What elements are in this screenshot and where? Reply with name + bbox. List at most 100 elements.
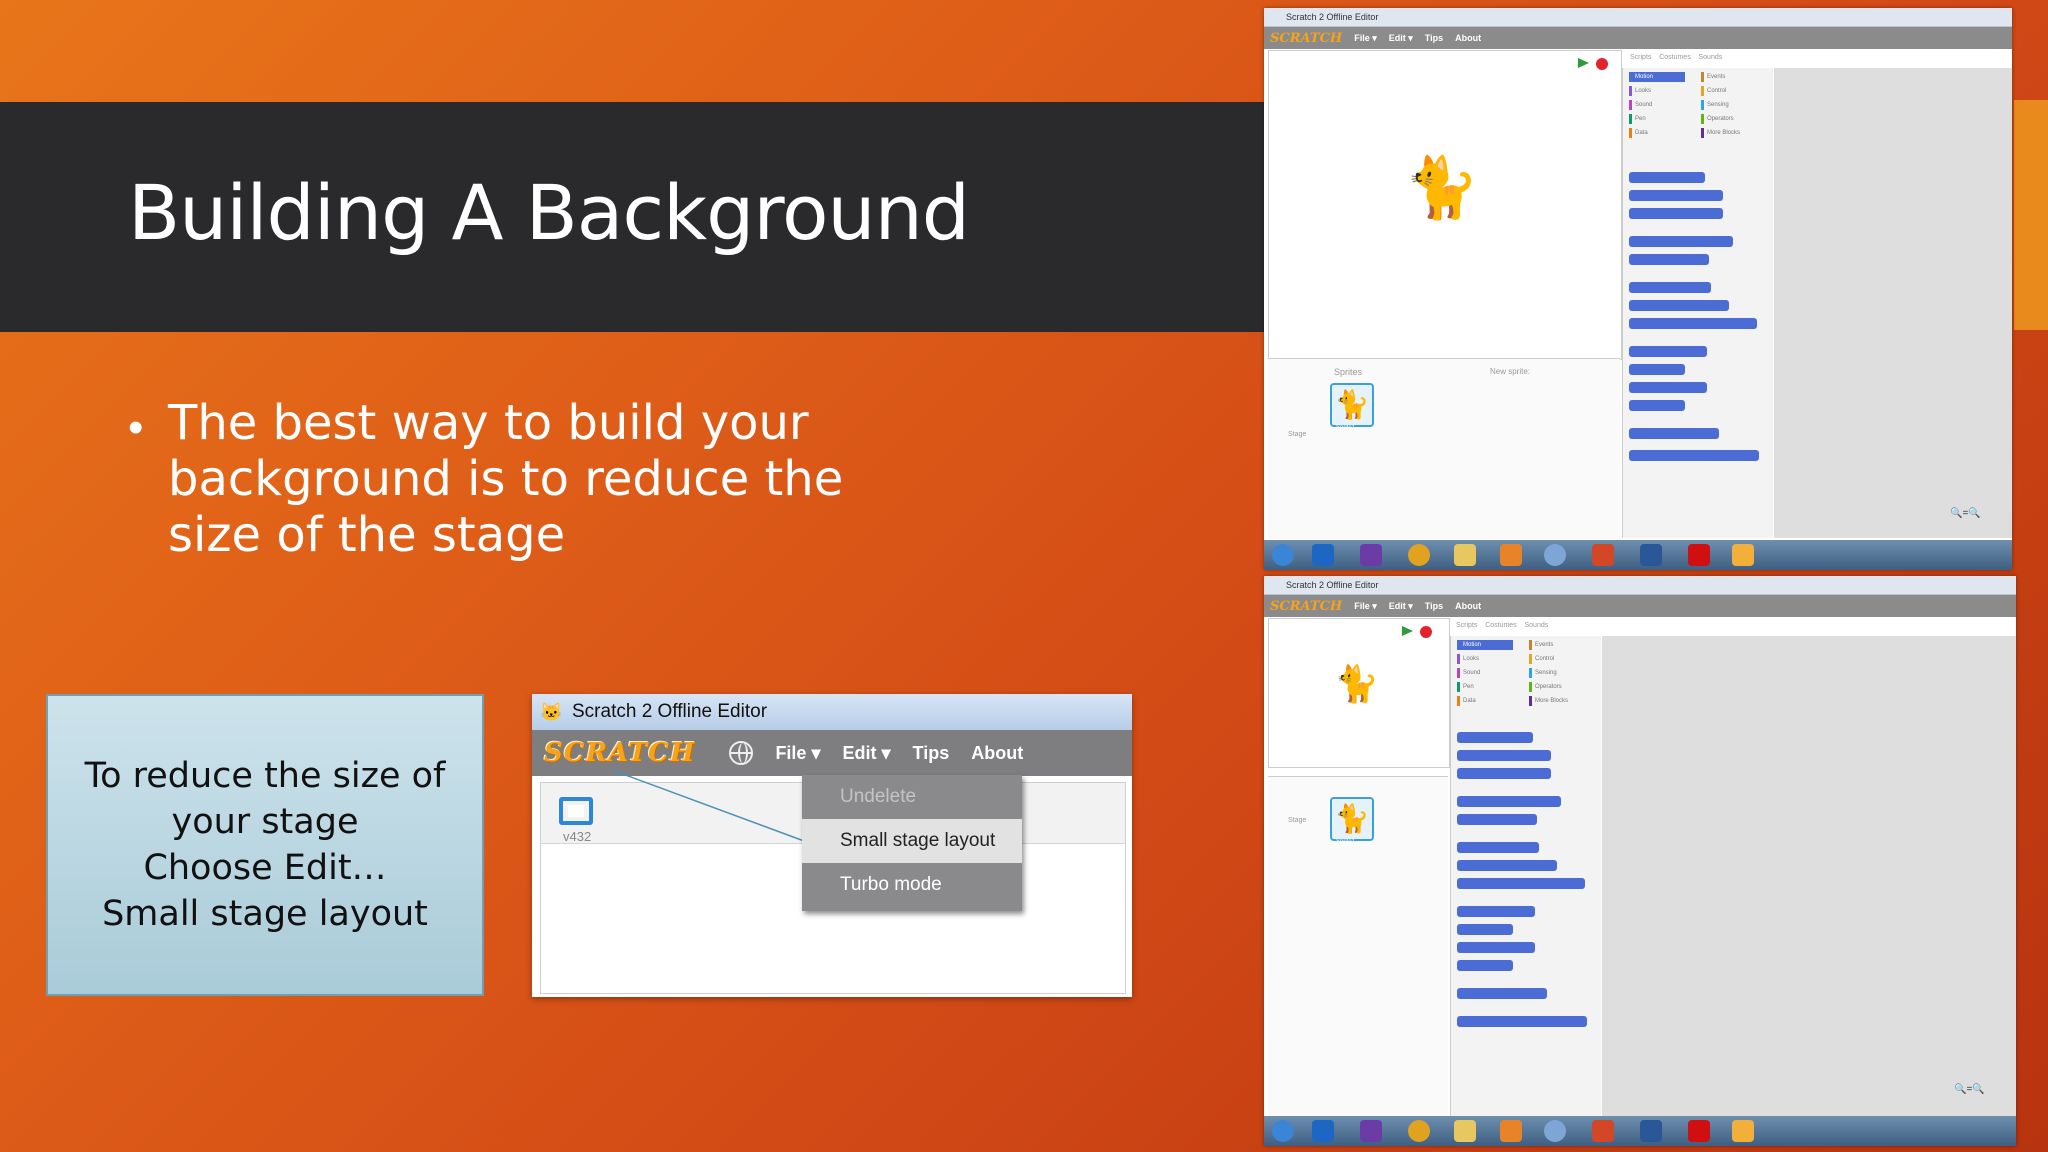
menu-small-stage-layout[interactable]: Small stage layout <box>802 819 1022 863</box>
fullscreen-icon[interactable] <box>559 797 593 825</box>
scripts-area[interactable] <box>1774 68 2012 538</box>
globe-icon[interactable] <box>729 741 754 765</box>
category-operators[interactable]: Operators <box>1529 682 1585 692</box>
motion-block[interactable] <box>1457 906 1535 917</box>
menu-file[interactable]: File ▾ <box>1354 33 1377 44</box>
menu-undelete[interactable]: Undelete <box>802 775 1022 819</box>
category-motion[interactable]: Motion <box>1457 640 1513 650</box>
menu-tips[interactable]: Tips <box>1425 601 1443 611</box>
word-icon[interactable] <box>1640 544 1662 566</box>
powerpoint-icon[interactable] <box>1592 1120 1614 1142</box>
category-operators[interactable]: Operators <box>1701 114 1757 124</box>
category-looks[interactable]: Looks <box>1629 86 1685 96</box>
motion-block[interactable] <box>1457 842 1539 853</box>
motion-block[interactable] <box>1457 988 1547 999</box>
media-player-icon[interactable] <box>1500 1120 1522 1142</box>
motion-block[interactable] <box>1457 860 1557 871</box>
tab-sounds[interactable]: Sounds <box>1698 54 1722 61</box>
motion-block[interactable] <box>1457 814 1537 825</box>
tab-sounds[interactable]: Sounds <box>1524 622 1548 629</box>
motion-block[interactable] <box>1629 236 1733 247</box>
scripts-area[interactable] <box>1602 636 2016 1116</box>
motion-block[interactable] <box>1457 796 1561 807</box>
menu-file[interactable]: File ▾ <box>1354 601 1377 612</box>
category-control[interactable]: Control <box>1529 654 1585 664</box>
category-looks[interactable]: Looks <box>1457 654 1513 664</box>
outlook-icon[interactable] <box>1312 1120 1334 1142</box>
green-flag-icon[interactable] <box>1578 58 1589 68</box>
cat-sprite[interactable]: 🐈 <box>1334 666 1379 702</box>
motion-block[interactable] <box>1629 428 1719 439</box>
menu-edit[interactable]: Edit ▾ <box>842 743 890 764</box>
motion-block[interactable] <box>1457 768 1551 779</box>
scratch-logo[interactable]: SCRATCH <box>1270 31 1342 46</box>
start-icon[interactable] <box>1272 1120 1294 1142</box>
outlook-icon[interactable] <box>1312 544 1334 566</box>
motion-block[interactable] <box>1629 300 1729 311</box>
category-sound[interactable]: Sound <box>1457 668 1513 678</box>
tab-costumes[interactable]: Costumes <box>1485 622 1517 629</box>
sprite-thumbnail[interactable]: 🐈 <box>1330 383 1374 427</box>
category-motion[interactable]: Motion <box>1629 72 1685 82</box>
zoom-controls-icon[interactable]: 🔍=🔍 <box>1950 508 1981 519</box>
cat-sprite[interactable]: 🐈 <box>1404 158 1479 218</box>
category-control[interactable]: Control <box>1701 86 1757 96</box>
motion-block[interactable] <box>1457 960 1513 971</box>
motion-block[interactable] <box>1629 208 1723 219</box>
motion-block[interactable] <box>1629 400 1685 411</box>
scratch-taskbar-icon[interactable] <box>1732 544 1754 566</box>
category-sound[interactable]: Sound <box>1629 100 1685 110</box>
menu-edit[interactable]: Edit ▾ <box>1389 33 1413 44</box>
category-data[interactable]: Data <box>1457 696 1513 706</box>
motion-block[interactable] <box>1629 450 1759 461</box>
zoom-controls-icon[interactable]: 🔍=🔍 <box>1954 1084 1985 1095</box>
tab-scripts[interactable]: Scripts <box>1456 622 1477 629</box>
motion-block[interactable] <box>1457 942 1535 953</box>
category-pen[interactable]: Pen <box>1457 682 1513 692</box>
category-sensing[interactable]: Sensing <box>1701 100 1757 110</box>
category-data[interactable]: Data <box>1629 128 1685 138</box>
motion-block[interactable] <box>1457 732 1533 743</box>
explorer-icon[interactable] <box>1454 544 1476 566</box>
menu-edit[interactable]: Edit ▾ <box>1389 601 1413 612</box>
menu-turbo-mode[interactable]: Turbo mode <box>802 863 1022 907</box>
motion-block[interactable] <box>1629 282 1711 293</box>
app-icon[interactable] <box>1544 544 1566 566</box>
explorer-icon[interactable] <box>1454 1120 1476 1142</box>
category-more-blocks[interactable]: More Blocks <box>1701 128 1757 138</box>
motion-block[interactable] <box>1629 364 1685 375</box>
scratch-logo[interactable]: SCRATCH <box>1270 599 1342 614</box>
scratch-taskbar-icon[interactable] <box>1732 1120 1754 1142</box>
menu-about[interactable]: About <box>971 743 1023 764</box>
tab-scripts[interactable]: Scripts <box>1630 54 1651 61</box>
category-events[interactable]: Events <box>1529 640 1585 650</box>
category-more-blocks[interactable]: More Blocks <box>1529 696 1585 706</box>
motion-block[interactable] <box>1457 750 1551 761</box>
motion-block[interactable] <box>1457 924 1513 935</box>
chrome-icon[interactable] <box>1408 544 1430 566</box>
acrobat-icon[interactable] <box>1688 1120 1710 1142</box>
menu-tips[interactable]: Tips <box>1425 33 1443 43</box>
powerpoint-icon[interactable] <box>1592 544 1614 566</box>
motion-block[interactable] <box>1629 318 1757 329</box>
stop-icon[interactable] <box>1596 58 1608 70</box>
motion-block[interactable] <box>1457 1016 1587 1027</box>
visual-studio-icon[interactable] <box>1360 544 1382 566</box>
acrobat-icon[interactable] <box>1688 544 1710 566</box>
chrome-icon[interactable] <box>1408 1120 1430 1142</box>
media-player-icon[interactable] <box>1500 544 1522 566</box>
menu-file[interactable]: File ▾ <box>775 743 820 764</box>
green-flag-icon[interactable] <box>1402 626 1413 636</box>
motion-block[interactable] <box>1629 346 1707 357</box>
menu-about[interactable]: About <box>1455 33 1481 43</box>
category-sensing[interactable]: Sensing <box>1529 668 1585 678</box>
motion-block[interactable] <box>1457 878 1585 889</box>
scratch-logo[interactable]: SCRATCH <box>544 738 695 768</box>
motion-block[interactable] <box>1629 190 1723 201</box>
sprite-thumbnail[interactable]: 🐈 <box>1330 797 1374 841</box>
start-icon[interactable] <box>1272 544 1294 566</box>
menu-tips[interactable]: Tips <box>913 743 950 764</box>
word-icon[interactable] <box>1640 1120 1662 1142</box>
visual-studio-icon[interactable] <box>1360 1120 1382 1142</box>
app-icon[interactable] <box>1544 1120 1566 1142</box>
